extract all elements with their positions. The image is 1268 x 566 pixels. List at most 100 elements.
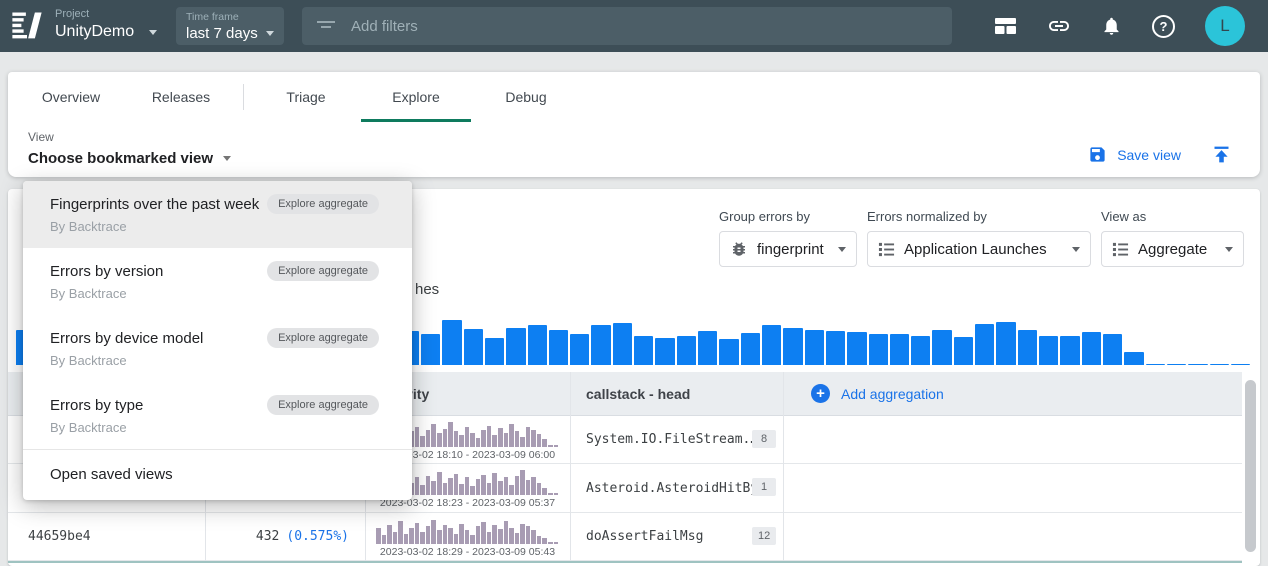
avatar[interactable]: L (1205, 6, 1245, 46)
chart-bar[interactable] (762, 325, 781, 365)
sparkline-bar (548, 445, 553, 447)
bookmark-menu-item[interactable]: Errors by typeExplore aggregateBy Backtr… (23, 382, 412, 449)
chart-bar[interactable] (1082, 332, 1101, 365)
sparkline-bar (487, 483, 492, 495)
sparkline-bar (515, 431, 520, 447)
view-actions: Save view (1088, 144, 1232, 165)
sparkline-bar (437, 433, 442, 447)
sparkline-bar (431, 481, 436, 495)
chevron-down-icon (1225, 247, 1233, 252)
chart-bar[interactable] (613, 323, 632, 365)
chart-bar[interactable] (932, 330, 951, 365)
chart-bar[interactable] (890, 334, 909, 365)
filter-bar[interactable] (302, 7, 952, 45)
sparkline-bar (498, 481, 503, 495)
open-saved-views-item[interactable]: Open saved views (23, 450, 412, 500)
plus-icon: + (811, 384, 830, 403)
filter-icon (316, 18, 336, 34)
sparkline-bar (415, 427, 420, 447)
add-filters-input[interactable] (349, 17, 938, 36)
sparkline-bar (537, 536, 542, 544)
chart-bar[interactable] (996, 322, 1015, 365)
sparkline-bar (531, 430, 536, 447)
chart-bar[interactable] (549, 330, 568, 365)
chart-bar[interactable] (421, 334, 440, 365)
chart-bar[interactable] (1188, 364, 1207, 365)
sparkline-bar (376, 528, 381, 544)
chart-bar[interactable] (1018, 330, 1037, 365)
project-selector[interactable]: Project UnityDemo (55, 8, 157, 41)
bookmark-menu-item[interactable]: Errors by device modelExplore aggregateB… (23, 315, 412, 382)
table-row[interactable]: 44659be4 432 (0.575%) 2023-03-02 18:29 -… (8, 513, 1242, 561)
chart-bar[interactable] (634, 336, 653, 365)
chart-bar[interactable] (741, 333, 760, 365)
chart-bar[interactable] (1167, 364, 1186, 365)
bookmark-menu-item[interactable]: Fingerprints over the past weekExplore a… (23, 181, 412, 248)
chart-bar[interactable] (698, 331, 717, 365)
tab-debug[interactable]: Debug (471, 72, 581, 122)
chart-bar[interactable] (464, 329, 483, 365)
topbar-actions: ? L (994, 0, 1245, 52)
chart-bar[interactable] (783, 328, 802, 365)
view-as-dropdown[interactable]: Aggregate (1101, 231, 1244, 267)
chart-bar[interactable] (528, 325, 547, 365)
chart-bar[interactable] (1124, 352, 1143, 365)
sparkline-bar (443, 525, 448, 544)
chart-bar[interactable] (869, 334, 888, 365)
sparkline-bar (420, 436, 425, 447)
chart-bar[interactable] (1039, 336, 1058, 365)
timeframe-selector[interactable]: Time frame last 7 days (176, 7, 284, 45)
callstack-cell: Asteroid.AsteroidHitBy… (586, 464, 766, 512)
chart-bar[interactable] (1210, 364, 1229, 365)
bookmarked-view-selector[interactable]: Choose bookmarked view (28, 150, 231, 167)
save-icon (1088, 145, 1107, 164)
tab-releases[interactable]: Releases (126, 72, 236, 122)
errors-normalized-by-dropdown[interactable]: Application Launches (867, 231, 1091, 267)
chart-bar[interactable] (1146, 364, 1165, 365)
scrollbar-thumb[interactable] (1245, 380, 1256, 552)
group-errors-by-value: fingerprint (757, 241, 824, 258)
sparkline-bar (470, 486, 475, 495)
link-icon[interactable] (1047, 14, 1071, 38)
sparkline-bar (454, 534, 459, 544)
backtrace-logo-icon[interactable] (9, 8, 45, 44)
dashboard-icon[interactable] (994, 16, 1017, 36)
bell-icon[interactable] (1101, 15, 1122, 37)
tab-triage[interactable]: Triage (251, 72, 361, 122)
chart-bar[interactable] (1060, 336, 1079, 365)
chart-bar[interactable] (826, 331, 845, 365)
column-header-callstack-head[interactable]: callstack - head (586, 386, 690, 402)
chart-bar[interactable] (847, 332, 866, 365)
save-view-button[interactable]: Save view (1088, 145, 1181, 164)
chart-bar[interactable] (1231, 364, 1250, 365)
tab-overview[interactable]: Overview (16, 72, 126, 122)
chart-bar[interactable] (655, 338, 674, 365)
chart-bar[interactable] (805, 330, 824, 365)
chart-bar[interactable] (591, 325, 610, 365)
chart-bar[interactable] (954, 337, 973, 365)
sparkline-bar (542, 538, 547, 545)
help-icon[interactable]: ? (1152, 15, 1175, 38)
save-view-label: Save view (1117, 147, 1181, 163)
group-errors-by-dropdown[interactable]: fingerprint (719, 231, 857, 267)
chart-bar[interactable] (719, 339, 738, 365)
chart-bar[interactable] (442, 320, 461, 365)
tab-explore[interactable]: Explore (361, 72, 471, 122)
chart-bar[interactable] (911, 336, 930, 365)
chart-bar[interactable] (570, 334, 589, 365)
sparkline-bar (515, 476, 520, 496)
chart-bar[interactable] (485, 338, 504, 365)
sparkline-bar (459, 435, 464, 447)
bookmark-menu-item[interactable]: Errors by versionExplore aggregateBy Bac… (23, 248, 412, 315)
chart-bar[interactable] (975, 324, 994, 365)
sparkline-bar (520, 470, 525, 495)
chart-bar[interactable] (1103, 334, 1122, 365)
activity-sparkline[interactable] (376, 518, 558, 544)
chart-bar[interactable] (506, 328, 525, 365)
add-aggregation-button[interactable]: + Add aggregation (811, 384, 944, 403)
callstack-count-badge: 12 (752, 527, 776, 545)
upload-view-button[interactable] (1211, 144, 1232, 165)
chart-bar[interactable] (677, 336, 696, 365)
menu-item-title: Fingerprints over the past week (50, 196, 267, 213)
sparkline-bar (481, 475, 486, 495)
